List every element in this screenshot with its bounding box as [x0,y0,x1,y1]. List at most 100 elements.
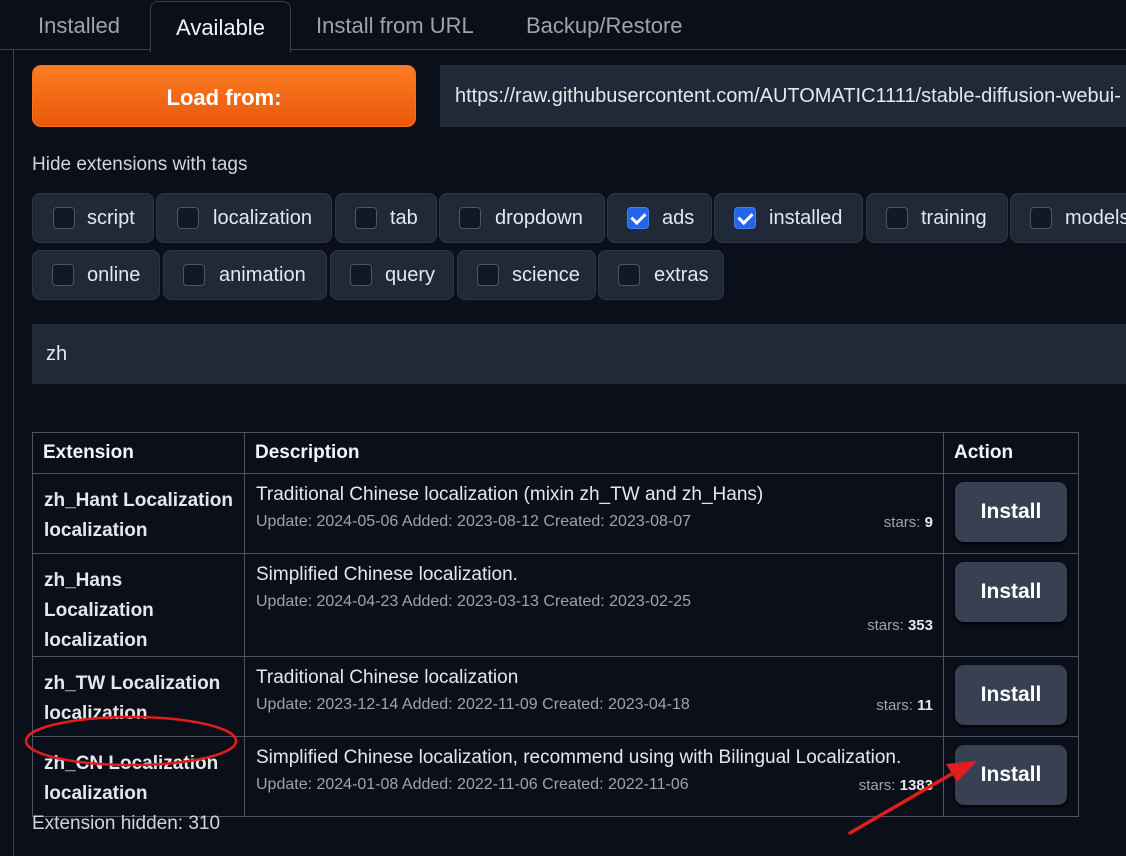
install-button[interactable]: Install [955,562,1067,622]
action-cell: Install [943,656,1079,737]
hide-tags-label: Hide extensions with tags [32,154,248,175]
install-button[interactable]: Install [955,482,1067,542]
tag-label-query: query [385,264,436,286]
extension-name-link[interactable]: zh_CN Localization [44,749,234,779]
checkbox-training[interactable] [886,207,908,229]
table-row: zh_CN Localization localization Simplifi… [32,736,1079,817]
tag-label-models: models [1065,207,1126,229]
stars-count: stars: 1383 [859,777,933,794]
table-row: zh_TW Localization localization Traditio… [32,656,1079,737]
checkbox-dropdown[interactable] [459,207,481,229]
checkbox-query[interactable] [350,264,372,286]
checkbox-science[interactable] [477,264,499,286]
stars-value: 11 [917,697,933,714]
extension-name-link[interactable]: zh_Hans Localization [44,566,234,626]
tag-script[interactable]: script [32,193,154,243]
checkbox-online[interactable] [52,264,74,286]
tag-models[interactable]: models [1010,193,1126,243]
stars-label: stars: [858,777,896,794]
tab-bar: Installed Available Install from URL Bac… [0,0,1126,52]
tag-label-animation: animation [219,264,306,286]
stars-count: stars: 11 [876,697,933,714]
stars-count: stars: 353 [867,617,933,634]
install-button[interactable]: Install [955,665,1067,725]
tag-label-ads: ads [662,207,695,229]
tag-installed[interactable]: installed [714,193,863,243]
checkbox-localization[interactable] [177,207,199,229]
stars-label: stars: [867,617,904,634]
tag-science[interactable]: science [457,250,596,300]
stars-value: 9 [924,514,933,531]
tag-animation[interactable]: animation [163,250,327,300]
stars-value: 1383 [899,777,933,794]
tag-dropdown[interactable]: dropdown [439,193,605,243]
stars-value: 353 [907,617,933,634]
extension-description: Simplified Chinese localization, recomme… [256,747,902,768]
load-from-button[interactable]: Load from: [32,65,416,127]
tag-label-online: online [87,264,141,286]
tab-backup-restore[interactable]: Backup/Restore [526,0,683,50]
header-action: Action [943,432,1079,474]
table-row: zh_Hant Localization localization Tradit… [32,473,1079,554]
extension-name-link[interactable]: zh_Hant Localization [44,486,234,516]
tab-installed[interactable]: Installed [38,0,120,50]
extension-tag: localization [44,520,148,541]
extension-description: Traditional Chinese localization (mixin … [256,484,764,505]
extension-dates: Update: 2024-04-23 Added: 2023-03-13 Cre… [256,593,691,610]
extension-hidden-count: Extension hidden: 310 [32,813,221,834]
checkbox-models[interactable] [1030,207,1052,229]
tag-label-training: training [921,207,987,229]
tag-query[interactable]: query [330,250,454,300]
stars-label: stars: [883,514,921,531]
extension-cell: zh_TW Localization localization [32,656,245,737]
description-cell: Simplified Chinese localization. Update:… [244,553,944,657]
checkbox-ads[interactable] [627,207,649,229]
extension-cell: zh_Hans Localization localization [32,553,245,657]
extension-dates: Update: 2024-01-08 Added: 2022-11-06 Cre… [256,776,689,793]
description-cell: Simplified Chinese localization, recomme… [244,736,944,817]
tag-label-script: script [87,207,135,229]
tag-label-dropdown: dropdown [495,207,583,229]
tag-ads[interactable]: ads [607,193,712,243]
checkbox-installed[interactable] [734,207,756,229]
extension-dates: Update: 2023-12-14 Added: 2022-11-09 Cre… [256,696,690,713]
tag-label-extras: extras [654,264,709,286]
description-cell: Traditional Chinese localization Update:… [244,656,944,737]
description-cell: Traditional Chinese localization (mixin … [244,473,944,554]
extension-name-link[interactable]: zh_TW Localization [44,669,234,699]
extension-tag: localization [44,630,148,651]
tag-localization[interactable]: localization [156,193,332,243]
extension-description: Traditional Chinese localization [256,667,519,688]
tag-label-installed: installed [769,207,843,229]
extension-cell: zh_CN Localization localization [32,736,245,817]
action-cell: Install [943,553,1079,657]
checkbox-animation[interactable] [183,264,205,286]
tag-training[interactable]: training [866,193,1008,243]
tab-install-from-url[interactable]: Install from URL [316,0,474,50]
extensions-table: Extension Description Action zh_Hant Loc… [32,432,1079,817]
tab-available[interactable]: Available [150,1,291,52]
action-cell: Install [943,736,1079,817]
action-cell: Install [943,473,1079,554]
tag-label-science: science [512,264,580,286]
checkbox-script[interactable] [53,207,75,229]
header-extension: Extension [32,432,245,474]
checkbox-tab[interactable] [355,207,377,229]
extension-description: Simplified Chinese localization. [256,564,518,585]
stars-label: stars: [876,697,913,714]
table-row: zh_Hans Localization localization Simpli… [32,553,1079,657]
extension-dates: Update: 2024-05-06 Added: 2023-08-12 Cre… [256,513,691,530]
tag-tab[interactable]: tab [335,193,437,243]
stars-count: stars: 9 [884,514,933,531]
header-description: Description [244,432,944,474]
extension-tag: localization [44,703,148,724]
index-url-input[interactable]: https://raw.githubusercontent.com/AUTOMA… [440,65,1126,127]
tag-online[interactable]: online [32,250,160,300]
tag-label-tab: tab [390,207,418,229]
checkbox-extras[interactable] [618,264,640,286]
install-button[interactable]: Install [955,745,1067,805]
search-input[interactable]: zh [32,324,1126,384]
tag-extras[interactable]: extras [598,250,724,300]
extension-tag: localization [44,783,148,804]
extension-cell: zh_Hant Localization localization [32,473,245,554]
